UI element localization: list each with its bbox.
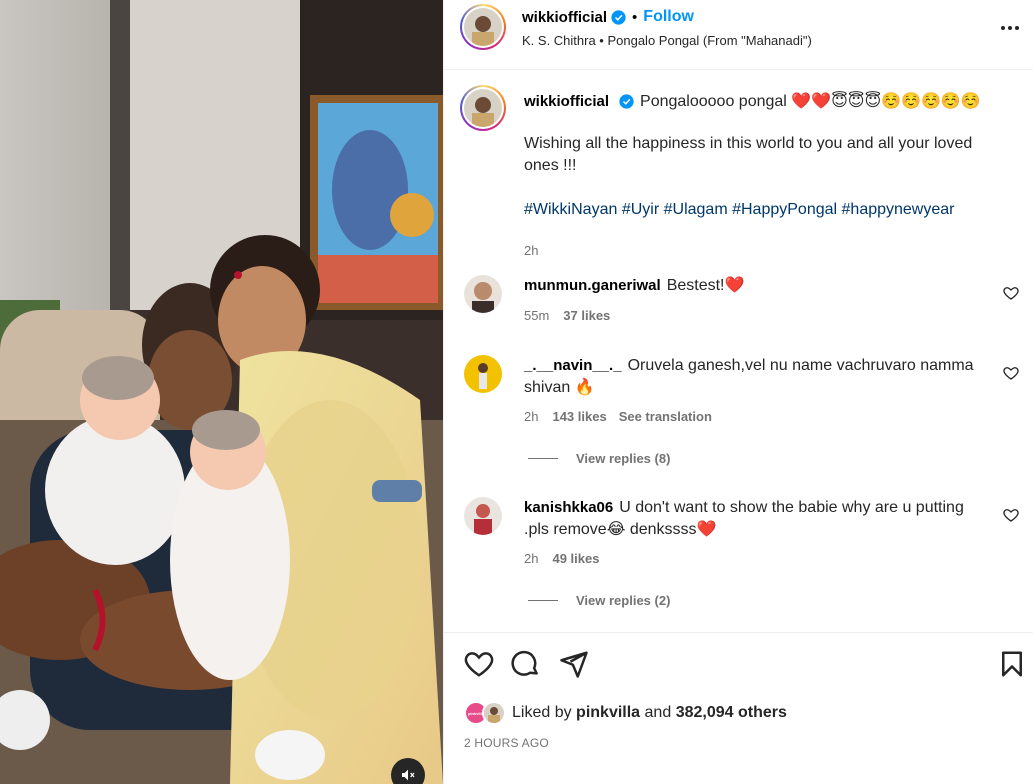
caption-text-line1: Pongalooooo pongal ❤️❤️😇😇😇☺️☺️☺️☺️☺️ <box>640 93 981 110</box>
hashtag-link[interactable]: #happynewyear <box>842 201 955 218</box>
post-media[interactable] <box>0 0 443 784</box>
caption-hashtags: #WikkiNayan #Uyir #Ulagam #HappyPongal #… <box>524 199 990 221</box>
comment-likes[interactable]: 143 likes <box>552 409 606 424</box>
liked-by-others[interactable]: 382,094 others <box>676 704 787 722</box>
comment-like-heart-icon[interactable] <box>1002 364 1020 382</box>
view-replies-button[interactable]: View replies (8) <box>528 451 670 466</box>
author-photo <box>464 8 502 46</box>
comment-likes[interactable]: 49 likes <box>552 551 599 566</box>
comment-text: Bestest!❤️ <box>666 277 745 294</box>
comment-likes[interactable]: 37 likes <box>563 308 610 323</box>
audio-track-link[interactable]: K. S. Chithra • Pongalo Pongal (From "Ma… <box>522 33 812 48</box>
caption-time[interactable]: 2h <box>524 243 538 258</box>
liked-by-row: pinkvilla Liked by pinkvilla and 382,094… <box>464 698 787 728</box>
comment-username[interactable]: munmun.ganeriwal <box>524 277 661 294</box>
comment-like-heart-icon[interactable] <box>1002 284 1020 302</box>
post-timestamp[interactable]: 2 HOURS AGO <box>464 736 549 750</box>
post-panel: wikkiofficial • Follow K. S. Chithra • P… <box>443 0 1033 784</box>
commenter-avatar[interactable] <box>464 355 502 393</box>
comment-like-heart-icon[interactable] <box>1002 506 1020 524</box>
more-options-button[interactable] <box>998 16 1022 40</box>
share-icon[interactable] <box>559 649 589 679</box>
comment-time[interactable]: 55m <box>524 308 549 323</box>
caption-author-avatar[interactable] <box>460 85 506 131</box>
bookmark-icon[interactable] <box>997 649 1027 679</box>
comment-item: munmun.ganeriwal Bestest!❤️ 55m 37 likes <box>460 271 1020 341</box>
caption-text-line2: Wishing all the happiness in this world … <box>524 135 973 174</box>
post-photo <box>0 0 443 784</box>
hashtag-link[interactable]: #WikkiNayan <box>524 201 617 218</box>
view-replies-button[interactable]: View replies (2) <box>528 593 670 608</box>
mute-button[interactable] <box>391 758 425 784</box>
hashtag-link[interactable]: #Uyir <box>622 201 659 218</box>
comment-time[interactable]: 2h <box>524 409 538 424</box>
author-username[interactable]: wikkiofficial <box>522 9 607 26</box>
liked-by-and: and <box>644 704 672 721</box>
separator-dot: • <box>632 8 638 26</box>
more-horizontal-icon <box>1001 26 1019 30</box>
liked-by-prefix: Liked by <box>512 704 572 721</box>
liker-photo <box>484 703 504 723</box>
view-replies-label: View replies (8) <box>576 451 671 466</box>
caption: wikkiofficial Pongalooooo pongal ❤️❤️😇😇😇☺… <box>460 85 1020 258</box>
comment-item: kanishkka06 U don't want to show the babi… <box>460 495 1020 608</box>
comments-section[interactable]: wikkiofficial Pongalooooo pongal ❤️❤️😇😇😇☺… <box>444 71 1033 631</box>
post-header: wikkiofficial • Follow K. S. Chithra • P… <box>444 0 1033 70</box>
commenter-photo <box>464 497 502 535</box>
verified-badge-icon <box>619 94 634 109</box>
heart-icon[interactable] <box>464 649 494 679</box>
comment-username[interactable]: kanishkka06 <box>524 499 613 516</box>
muted-speaker-icon <box>402 769 415 781</box>
hashtag-link[interactable]: #HappyPongal <box>732 201 837 218</box>
liker-avatar[interactable] <box>482 701 506 725</box>
comment-item: _.__navin__._ Oruvela ganesh,vel nu name … <box>460 353 1020 466</box>
view-replies-label: View replies (2) <box>576 593 671 608</box>
liked-by-user[interactable]: pinkvilla <box>576 704 640 722</box>
comment-icon[interactable] <box>511 649 541 679</box>
verified-badge-icon <box>611 9 626 25</box>
caption-author-photo <box>464 89 502 127</box>
commenter-avatar[interactable] <box>464 497 502 535</box>
author-avatar[interactable] <box>460 4 506 50</box>
see-translation-link[interactable]: See translation <box>619 409 712 424</box>
follow-button[interactable]: Follow <box>643 8 694 26</box>
hashtag-link[interactable]: #Ulagam <box>664 201 728 218</box>
commenter-photo <box>464 275 502 313</box>
replies-divider <box>528 458 558 459</box>
comment-time[interactable]: 2h <box>524 551 538 566</box>
commenter-avatar[interactable] <box>464 275 502 313</box>
comment-username[interactable]: _.__navin__._ <box>524 357 622 374</box>
caption-username[interactable]: wikkiofficial <box>524 93 609 110</box>
replies-divider <box>528 600 558 601</box>
commenter-photo <box>464 355 502 393</box>
